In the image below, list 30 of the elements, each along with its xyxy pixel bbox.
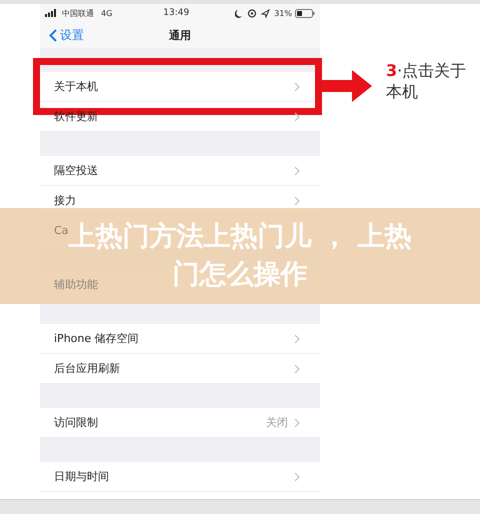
status-icons [235,8,272,18]
nav-title: 通用 [168,28,192,42]
row-label[interactable]: 后台应用刷新 [54,361,120,376]
row-label[interactable]: 访问限制 [54,415,98,430]
chevron-icon [294,472,300,482]
carrier-text: 中国联通 [62,8,94,18]
signal-icon [45,9,59,17]
battery-text: 31% [274,8,292,18]
chevron-icon [294,196,300,206]
banner-title-line: 上热门方法上热门儿 ， 上热 [68,220,412,254]
chevron-icon [294,418,300,428]
chevron-icon [294,334,300,344]
arrow-icon [322,70,372,102]
chevron-icon [294,166,300,176]
back-button[interactable]: 设置 [40,26,84,44]
chevron-icon [294,112,300,122]
row-label[interactable]: 隔空投送 [54,163,98,178]
row-value: 关闭 [266,415,288,430]
row-label[interactable]: iPhone 储存空间 [54,331,139,346]
chevron-icon [294,82,300,92]
network-text: 4G [101,8,112,18]
annotation-text: 3·点击关于本机 [386,60,468,102]
back-icon [49,28,57,42]
row-label[interactable]: 关于本机 [54,79,98,94]
chevron-icon [294,364,300,374]
row-label[interactable]: 日期与时间 [54,469,109,484]
time-text: 13:49 [163,8,190,18]
banner-title-line: 门怎么操作 [172,258,308,292]
row-label[interactable]: 接力 [54,193,76,208]
battery-icon [295,8,315,18]
